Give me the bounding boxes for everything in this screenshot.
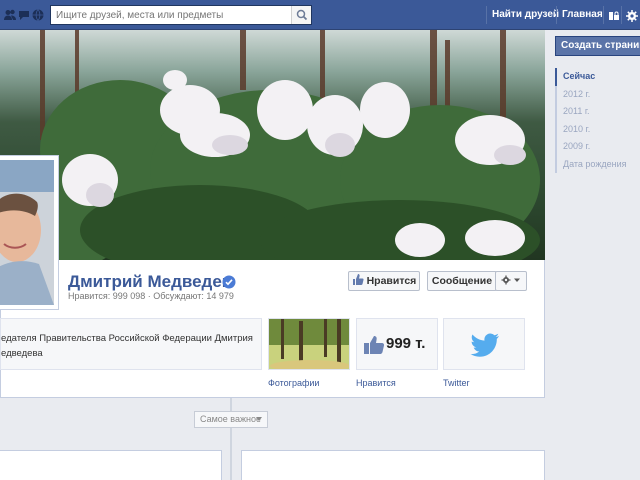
messages-icon[interactable] xyxy=(17,8,31,22)
find-friends-link[interactable]: Найти друзей xyxy=(492,9,559,20)
friend-requests-icon[interactable] xyxy=(3,8,17,22)
year-link-now[interactable]: Сейчас xyxy=(555,68,640,86)
year-link-2010[interactable]: 2010 г. xyxy=(557,121,640,139)
photos-link[interactable]: Фотографии xyxy=(268,378,319,388)
year-link-2011[interactable]: 2011 г. xyxy=(557,103,640,121)
gear-icon[interactable] xyxy=(625,9,639,23)
photos-tile[interactable] xyxy=(268,318,350,370)
like-button[interactable]: Нравится xyxy=(348,271,420,291)
timeline-post-left xyxy=(0,450,222,480)
nav-divider xyxy=(621,6,622,24)
gear-dropdown-icon xyxy=(501,275,520,285)
photos-thumbnail xyxy=(269,319,349,369)
nav-divider xyxy=(556,6,557,24)
home-link[interactable]: Главная xyxy=(562,9,603,20)
thumbs-up-icon xyxy=(352,274,364,285)
year-link-birth[interactable]: Дата рождения xyxy=(557,156,640,174)
about-text-line: едведева xyxy=(1,348,43,359)
likes-link[interactable]: Нравится xyxy=(356,378,396,388)
twitter-link[interactable]: Twitter xyxy=(443,378,470,388)
page-title: Дмитрий Медведев xyxy=(68,272,233,291)
likes-count: 999 т. xyxy=(386,335,426,352)
thumbs-up-icon xyxy=(364,336,385,354)
twitter-tile[interactable] xyxy=(443,318,525,370)
page-options-button[interactable] xyxy=(495,271,527,291)
cover-photo xyxy=(0,30,545,260)
avatar xyxy=(0,160,54,305)
search-input[interactable] xyxy=(51,6,291,24)
search-box xyxy=(50,5,312,25)
privacy-lock-icon[interactable] xyxy=(607,9,621,23)
create-page-button[interactable]: Создать страницу xyxy=(555,36,640,56)
nav-divider xyxy=(486,6,487,24)
filter-label: Самое важное xyxy=(200,414,261,424)
chevron-down-icon xyxy=(256,417,262,421)
search-button[interactable] xyxy=(291,6,311,24)
notifications-globe-icon[interactable] xyxy=(31,8,45,22)
page-stats: Нравится: 999 098 · Обсуждают: 14 979 xyxy=(68,291,234,301)
like-button-label: Нравится xyxy=(366,275,417,287)
year-link-2009[interactable]: 2009 г. xyxy=(557,138,640,156)
year-link-2012[interactable]: 2012 г. xyxy=(557,86,640,104)
verified-badge-icon xyxy=(222,275,236,289)
timeline-year-nav: Сейчас 2012 г. 2011 г. 2010 г. 2009 г. Д… xyxy=(555,68,640,173)
message-button-label: Сообщение xyxy=(431,275,493,287)
search-icon xyxy=(296,9,308,21)
top-bar: Найти друзей Главная xyxy=(0,0,640,30)
timeline-post-right xyxy=(241,450,545,480)
profile-picture[interactable] xyxy=(0,155,59,310)
highlights-filter-dropdown[interactable]: Самое важное xyxy=(194,411,268,428)
twitter-bird-icon xyxy=(470,333,499,357)
about-section[interactable]: едателя Правительства Российской Федерац… xyxy=(0,318,262,370)
message-button[interactable]: Сообщение xyxy=(427,271,497,291)
nav-divider xyxy=(603,6,604,24)
about-text-line: едателя Правительства Российской Федерац… xyxy=(1,333,253,344)
